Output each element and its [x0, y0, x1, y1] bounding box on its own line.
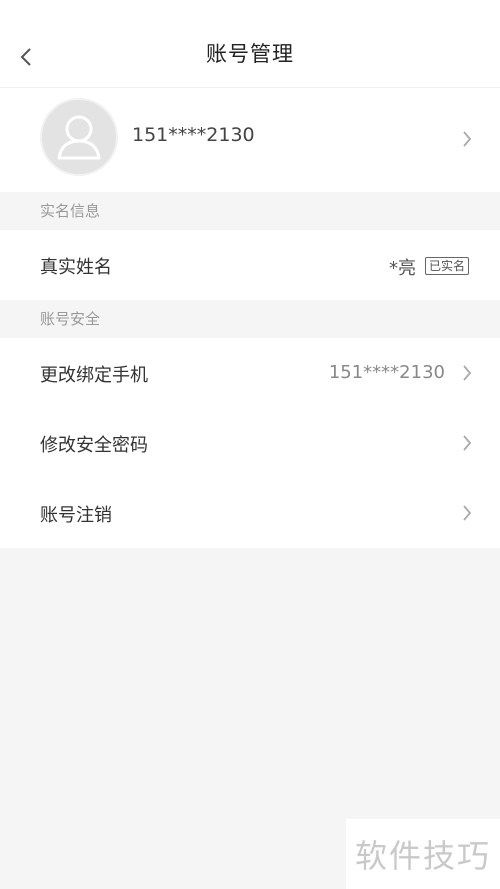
- avatar: [40, 98, 118, 176]
- nav-bar: 账号管理: [0, 0, 500, 88]
- chevron-right-icon: [463, 365, 472, 381]
- change-password-label: 修改安全密码: [40, 435, 148, 456]
- watermark-text: 软件技巧: [354, 837, 491, 875]
- realname-value: *亮: [389, 258, 416, 279]
- account-cancel-label: 账号注销: [40, 505, 112, 526]
- change-phone-row[interactable]: 更改绑定手机 151****2130: [0, 338, 500, 408]
- change-phone-label: 更改绑定手机: [40, 365, 148, 386]
- realname-label: 真实姓名: [40, 257, 112, 278]
- watermark: 软件技巧: [346, 819, 500, 889]
- bound-phone-value: 151****2130: [328, 362, 445, 383]
- page-title: 账号管理: [206, 42, 294, 66]
- profile-row[interactable]: 151****2130: [0, 88, 500, 192]
- section-label-security: 账号安全: [0, 300, 500, 338]
- chevron-right-icon: [463, 131, 472, 147]
- chevron-right-icon: [463, 505, 472, 521]
- realname-row: 真实姓名 *亮 已实名: [0, 230, 500, 300]
- section-label-realname: 实名信息: [0, 192, 500, 230]
- chevron-right-icon: [463, 435, 472, 451]
- profile-phone: 151****2130: [132, 124, 255, 146]
- account-cancel-row[interactable]: 账号注销: [0, 478, 500, 548]
- change-password-row[interactable]: 修改安全密码: [0, 408, 500, 478]
- user-placeholder-icon: [57, 115, 101, 160]
- verified-badge: 已实名: [424, 257, 469, 275]
